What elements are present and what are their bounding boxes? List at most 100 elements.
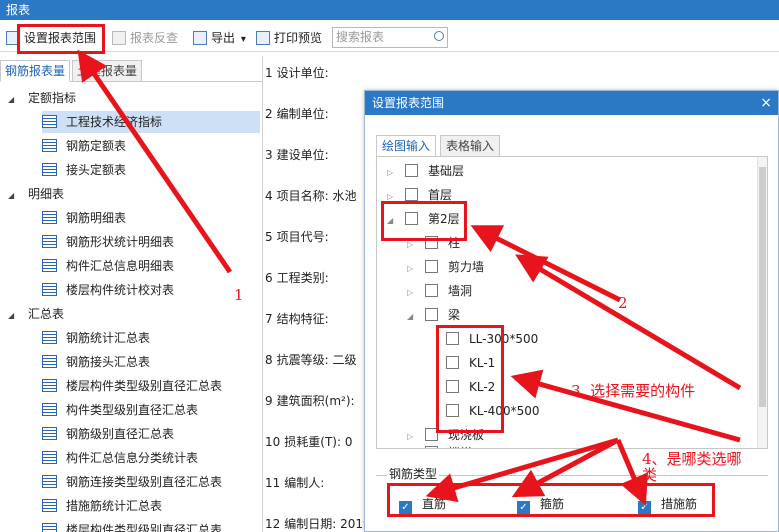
collapse-arrow-icon[interactable]: ◢ <box>407 306 417 328</box>
export-button[interactable]: 导出 ▾ <box>193 27 246 49</box>
check-icon[interactable]: ✓ <box>638 501 651 514</box>
expand-arrow-icon[interactable]: ▷ <box>407 234 417 256</box>
checkbox[interactable] <box>425 284 438 297</box>
report-doc-icon <box>42 379 57 392</box>
checkbox[interactable] <box>425 428 438 441</box>
tree-node-beam-item[interactable]: KL-400*500 <box>446 400 539 422</box>
report-doc-icon <box>42 451 57 464</box>
checkbox[interactable] <box>446 380 459 393</box>
report-doc-icon <box>42 163 57 176</box>
tree-item[interactable]: 构件汇总信息明细表 <box>42 255 260 277</box>
checkbox[interactable] <box>425 308 438 321</box>
tree-item[interactable]: 楼层构件类型级别直径汇总表 <box>42 375 260 397</box>
checkbox[interactable] <box>425 236 438 249</box>
checkbox[interactable] <box>405 212 418 225</box>
tree-item[interactable]: 措施筋统计汇总表 <box>42 495 260 517</box>
panel-divider[interactable] <box>262 56 263 532</box>
tree-node-foundation[interactable]: ▷ 基础层 <box>387 160 464 182</box>
expand-arrow-icon[interactable]: ▷ <box>407 282 417 304</box>
tree-group-quota[interactable]: ◢ 定额指标 <box>8 87 76 109</box>
tab-civil-reports[interactable]: 土建报表量 <box>72 60 143 82</box>
chevron-down-icon: ▾ <box>240 34 246 45</box>
report-row: 6 工程类别: <box>265 271 329 285</box>
report-doc-icon <box>42 403 57 416</box>
checkbox[interactable] <box>446 404 459 417</box>
tree-node-beam[interactable]: ◢ 梁 <box>407 304 460 326</box>
report-doc-icon <box>42 283 57 296</box>
report-doc-icon <box>42 475 57 488</box>
tree-node-first-floor[interactable]: ▷ 首层 <box>387 184 452 206</box>
tree-item[interactable]: 钢筋统计汇总表 <box>42 327 260 349</box>
tree-node-shear-wall[interactable]: ▷ 剪力墙 <box>407 256 484 278</box>
report-row: 12 编制日期: 2019 <box>265 517 371 531</box>
rebar-measure-checkbox[interactable]: ✓ 措施筋 <box>638 495 697 514</box>
report-row: 9 建筑面积(m²): <box>265 394 355 408</box>
expand-arrow-icon[interactable]: ▷ <box>387 186 397 208</box>
report-row: 1 设计单位: <box>265 66 329 80</box>
checkbox[interactable] <box>425 260 438 273</box>
report-row: 10 损耗重(T): 0 <box>265 435 353 449</box>
checkbox[interactable] <box>405 164 418 177</box>
tab-drawing-input[interactable]: 绘图输入 <box>376 135 437 157</box>
tree-item[interactable]: 楼层构件统计校对表 <box>42 279 260 301</box>
expand-arrow-icon[interactable]: ▷ <box>407 258 417 280</box>
tree-item[interactable]: 钢筋级别直径汇总表 <box>42 423 260 445</box>
set-report-scope-button[interactable]: 设置报表范围 <box>6 27 96 49</box>
tree-node-stairs[interactable]: ▷楼梯 <box>407 442 472 448</box>
report-doc-icon <box>42 235 57 248</box>
tree-item[interactable]: 钢筋定额表 <box>42 135 260 157</box>
report-tree: ◢ 定额指标 工程技术经济指标 钢筋定额表 接头定额表 ◢ 明细表 钢筋明细表 钢筋… <box>0 86 262 532</box>
tree-item[interactable]: 楼层构件类型级别直径汇总表 <box>42 519 260 532</box>
tree-node-wall-opening[interactable]: ▷ 墙洞 <box>407 280 472 302</box>
tree-node-beam-item[interactable]: LL-300*500 <box>446 328 538 350</box>
export-icon <box>193 31 207 45</box>
checkbox[interactable] <box>405 188 418 201</box>
tree-group-detail[interactable]: ◢ 明细表 <box>8 183 64 205</box>
tree-node-beam-item[interactable]: KL-2 <box>446 376 495 398</box>
report-doc-icon <box>42 259 57 272</box>
tree-group-summary[interactable]: ◢ 汇总表 <box>8 303 64 325</box>
check-icon[interactable]: ✓ <box>399 501 412 514</box>
tree-scrollbar[interactable] <box>757 157 767 448</box>
tree-item[interactable]: 钢筋接头汇总表 <box>42 351 260 373</box>
tree-item-technical-indicators[interactable]: 工程技术经济指标 <box>42 111 260 133</box>
checkbox[interactable] <box>446 356 459 369</box>
report-row: 5 项目代号: <box>265 230 329 244</box>
tree-item[interactable]: 构件汇总信息分类统计表 <box>42 447 260 469</box>
report-doc-icon <box>42 355 57 368</box>
tab-table-input[interactable]: 表格输入 <box>440 135 501 157</box>
expand-arrow-icon[interactable]: ▷ <box>407 444 417 448</box>
search-icon[interactable] <box>434 31 444 41</box>
scrollbar-thumb[interactable] <box>759 167 766 407</box>
report-doc-icon <box>42 331 57 344</box>
reverse-check-icon <box>112 31 126 45</box>
report-doc-icon <box>42 427 57 440</box>
check-icon[interactable]: ✓ <box>517 501 530 514</box>
tree-item[interactable]: 钢筋形状统计明细表 <box>42 231 260 253</box>
tree-node-beam-item[interactable]: KL-1 <box>446 352 495 374</box>
tree-item[interactable]: 接头定额表 <box>42 159 260 181</box>
expand-arrow-icon[interactable]: ◢ <box>8 185 18 207</box>
expand-arrow-icon[interactable]: ◢ <box>8 305 18 327</box>
window-title: 报表 <box>0 0 779 20</box>
expand-arrow-icon[interactable]: ▷ <box>387 162 397 184</box>
search-input[interactable]: 搜索报表 <box>332 27 448 48</box>
report-row: 2 编制单位: <box>265 107 329 121</box>
tree-node-column[interactable]: ▷ 柱 <box>407 232 460 254</box>
report-doc-icon <box>42 115 57 128</box>
tree-item[interactable]: 钢筋明细表 <box>42 207 260 229</box>
checkbox[interactable] <box>425 446 438 448</box>
tree-node-second-floor[interactable]: ◢ 第2层 <box>387 208 460 230</box>
expand-arrow-icon[interactable]: ◢ <box>8 89 18 111</box>
print-preview-button[interactable]: 打印预览 <box>256 27 322 49</box>
tree-item[interactable]: 构件类型级别直径汇总表 <box>42 399 260 421</box>
rebar-stirrup-checkbox[interactable]: ✓ 箍筋 <box>517 495 564 514</box>
report-reverse-check-button[interactable]: 报表反查 <box>112 27 178 49</box>
collapse-arrow-icon[interactable]: ◢ <box>387 210 397 232</box>
tree-item[interactable]: 钢筋连接类型级别直径汇总表 <box>42 471 260 493</box>
tab-rebar-reports[interactable]: 钢筋报表量 <box>0 60 71 82</box>
checkbox[interactable] <box>446 332 459 345</box>
rebar-straight-checkbox[interactable]: ✓ 直筋 <box>399 495 446 514</box>
report-row: 8 抗震等级: 二级 <box>265 353 357 367</box>
close-icon[interactable]: × <box>760 91 772 115</box>
